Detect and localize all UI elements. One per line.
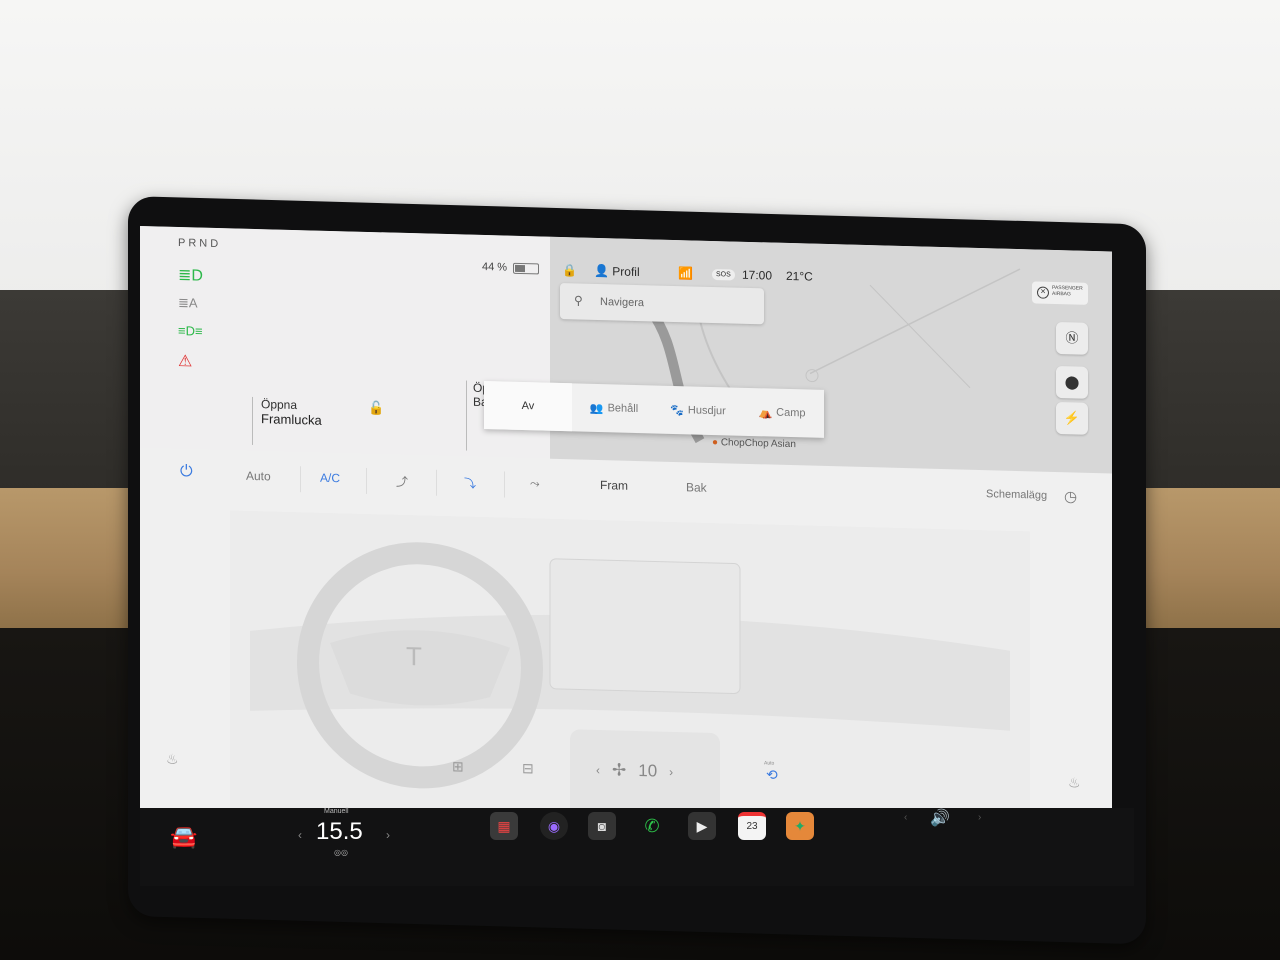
restaurant-icon: ● <box>712 436 719 449</box>
volume-increase-icon[interactable]: › <box>978 812 981 823</box>
dashcam-app-icon[interactable]: ◙ <box>588 812 616 840</box>
profile-label: Profil <box>612 264 640 280</box>
battery-indicator: 44 % <box>482 260 540 274</box>
battery-icon <box>513 262 540 274</box>
seat-heater-right-icon[interactable]: ♨ <box>1068 774 1081 791</box>
search-input[interactable]: Navigera <box>600 296 644 309</box>
climate-panel: ⏻ Auto A/C ⤴ ⤵ ⤳ Fram Bak Schemalägg ◷ T… <box>140 448 1112 834</box>
map-poi[interactable]: ● ChopChop Asian <box>712 437 796 450</box>
divider <box>504 471 505 498</box>
passenger-airbag-indicator: ✕ PASSENGER AIRBAG <box>1032 281 1088 305</box>
headlight-on-icon: ≣D <box>178 266 203 285</box>
frunk-name: Framlucka <box>261 411 322 428</box>
auto-headlight-icon: ≣A <box>178 294 198 311</box>
wifi-icon: 📶 <box>678 266 693 281</box>
lightning-icon: ⚡ <box>1063 410 1081 426</box>
toybox-app-icon[interactable]: ▦ <box>490 812 518 840</box>
games-app-icon[interactable]: ✦ <box>786 812 814 840</box>
pin-button[interactable]: ⬤ <box>1056 365 1088 399</box>
climate-off-option[interactable]: Av <box>484 381 572 432</box>
pet-label: Husdjur <box>687 404 726 418</box>
pet-mode-option[interactable]: 🐾 Husdjur <box>656 386 740 436</box>
open-frunk-button[interactable]: Öppna Framlucka <box>252 396 381 449</box>
airbag-label: PASSENGER AIRBAG <box>1052 284 1083 298</box>
camera-app-icon[interactable]: ◉ <box>540 812 568 840</box>
seatbelt-warning-icon: ⚠ <box>178 352 193 371</box>
seat-icon: ◎◎ <box>334 848 348 857</box>
navigation-map[interactable]: 🔒 👤 Profil 📶 SOS 17:00 21°C ⚲ Navigera ✕… <box>550 236 1112 484</box>
keep-label: Behåll <box>607 402 639 416</box>
volume-decrease-icon[interactable]: ‹ <box>904 812 907 823</box>
temp-decrease-icon[interactable]: ‹ <box>298 828 302 842</box>
recirculation-icon[interactable]: ⟲ <box>766 766 778 783</box>
profile-icon: 👤 <box>594 263 609 279</box>
airflow-windshield-icon[interactable]: ⤳ <box>530 476 540 491</box>
camp-mode-option[interactable]: ⛺ Camp <box>740 388 824 438</box>
climate-off-label: Av <box>521 399 535 413</box>
climate-keep-option[interactable]: 👥 Behåll <box>572 383 656 433</box>
camp-icon: ⛺ <box>758 406 773 420</box>
unlock-icon[interactable]: 🔓 <box>368 400 384 416</box>
battery-percent: 44 % <box>482 260 508 274</box>
volume-icon[interactable]: 🔊 <box>930 808 950 828</box>
keep-icon: 👥 <box>589 402 604 415</box>
calendar-app-icon[interactable]: 23 <box>738 812 766 840</box>
fan-speed-value: 10 <box>638 761 658 781</box>
location-pin-icon: ⬤ <box>1064 374 1080 390</box>
search-icon: ⚲ <box>574 293 583 308</box>
airflow-face-icon[interactable]: ⤴ <box>396 473 408 490</box>
airflow-feet-icon[interactable]: ⤵ <box>464 474 476 491</box>
divider <box>366 467 367 494</box>
lock-status-icon[interactable]: 🔒 <box>562 263 577 277</box>
open-frunk-label: Öppna <box>261 397 298 413</box>
front-defrost-icon[interactable]: ⊟ <box>522 760 534 777</box>
divider <box>436 469 437 496</box>
temp-mode-label: Manuell <box>324 808 349 815</box>
rear-climate-tab[interactable]: Bak <box>686 480 707 495</box>
charging-button[interactable]: ⚡ <box>1056 401 1088 435</box>
seat-heater-left-icon[interactable]: ♨ <box>166 751 179 768</box>
touchscreen: PRND ≣D ≣A ≡D≡ ⚠ 44 % Öppna Framlucka 🔓 … <box>140 226 1112 834</box>
poi-label: ChopChop Asian <box>720 437 796 451</box>
sos-button[interactable]: SOS <box>712 268 735 281</box>
auto-button[interactable]: Auto <box>246 469 271 484</box>
bottom-bar: 🚘 ‹ Manuell 15.5 › ◎◎ ▦ ◉ ◙ ✆ ▶ 23 ✦ ‹ 🔊… <box>140 808 1134 886</box>
ac-button[interactable]: A/C <box>320 471 340 486</box>
svg-text:T: T <box>406 641 422 671</box>
schedule-button[interactable]: Schemalägg <box>986 488 1047 502</box>
camp-label: Camp <box>776 406 806 420</box>
fan-decrease-icon[interactable]: ‹ <box>596 763 600 777</box>
divider <box>300 466 301 493</box>
fan-increase-icon[interactable]: › <box>669 765 673 779</box>
cabin-illustration: T <box>230 510 1030 832</box>
outside-temp: 21°C <box>786 268 813 284</box>
power-icon[interactable]: ⏻ <box>180 463 193 481</box>
navigate-search[interactable]: ⚲ Navigera <box>560 282 764 325</box>
clock-icon[interactable]: ◷ <box>1064 487 1077 505</box>
gear-indicator: PRND <box>178 236 222 251</box>
rear-defrost-icon[interactable]: ⊞ <box>452 758 464 775</box>
car-icon[interactable]: 🚘 <box>170 824 197 850</box>
temp-increase-icon[interactable]: › <box>386 828 390 842</box>
profile-button[interactable]: 👤 Profil <box>594 264 640 279</box>
compass-icon: Ⓝ <box>1065 330 1079 346</box>
phone-app-icon[interactable]: ✆ <box>638 812 666 840</box>
parking-light-icon: ≡D≡ <box>178 322 203 339</box>
clock: 17:00 <box>742 267 773 283</box>
airbag-off-icon: ✕ <box>1037 286 1049 299</box>
front-climate-tab[interactable]: Fram <box>600 478 628 493</box>
fan-icon: ✢ <box>612 760 627 780</box>
fan-speed-control: ‹ ✢ 10 › <box>596 760 673 782</box>
compass-button[interactable]: Ⓝ <box>1056 321 1088 355</box>
climate-keep-popup: Av 👥 Behåll 🐾 Husdjur ⛺ Camp <box>484 381 824 438</box>
cabin-temperature[interactable]: 15.5 <box>316 818 363 846</box>
pet-icon: 🐾 <box>670 404 684 417</box>
media-app-icon[interactable]: ▶ <box>688 812 716 840</box>
